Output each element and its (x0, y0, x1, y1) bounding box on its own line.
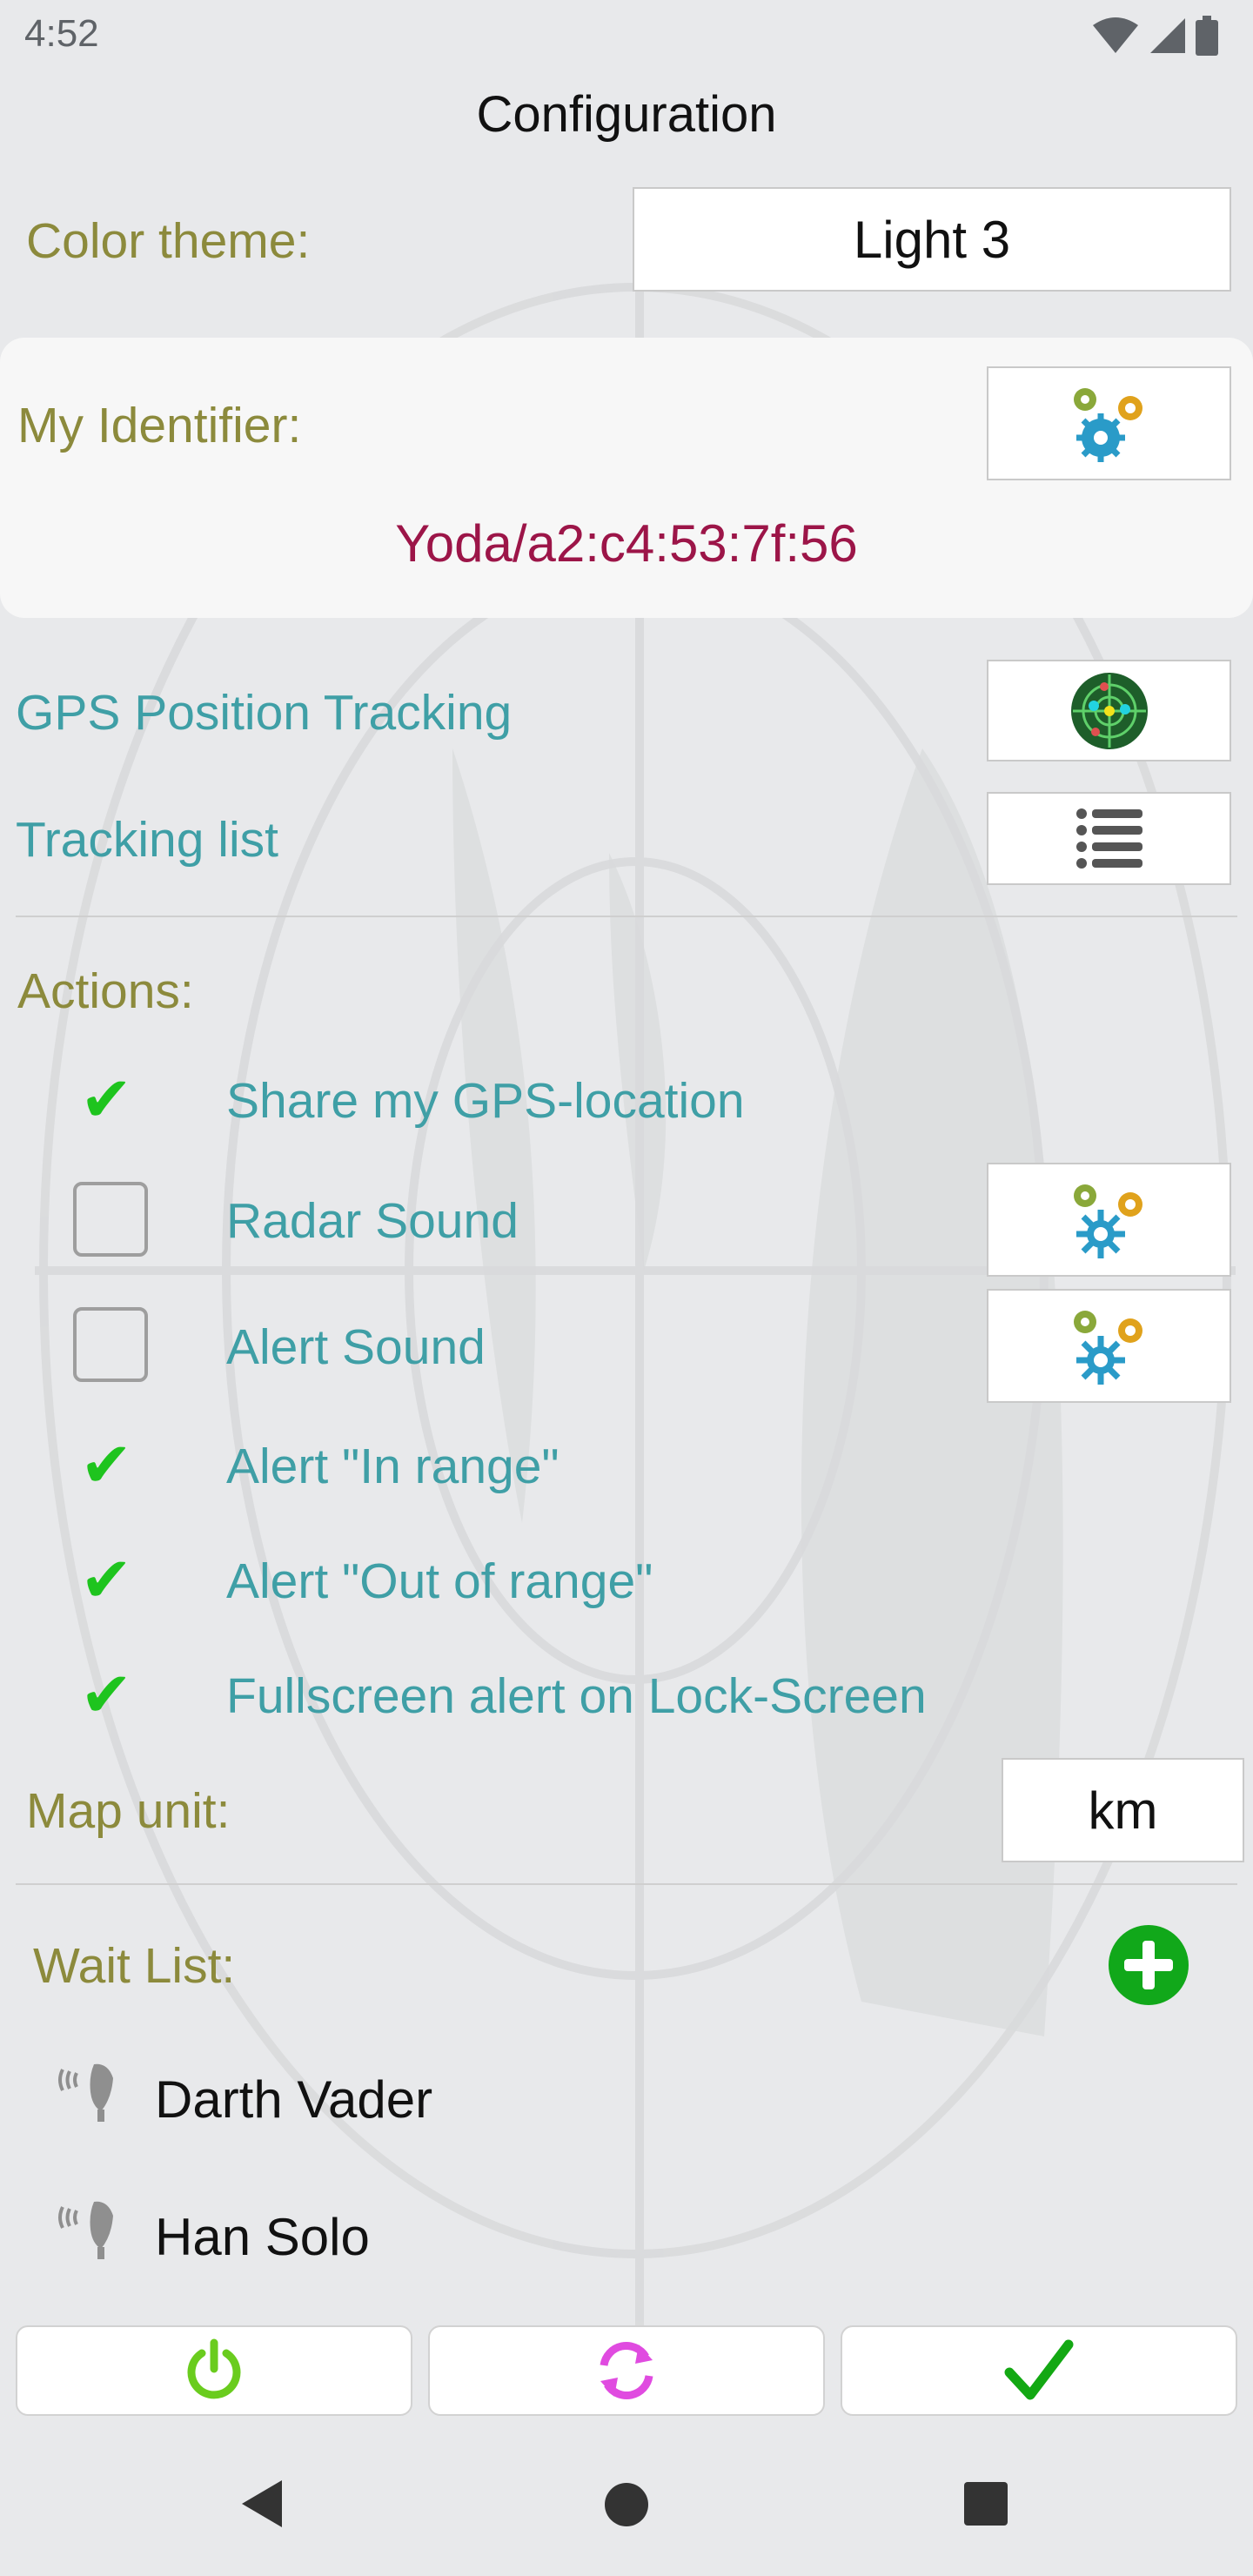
back-icon[interactable] (237, 2477, 285, 2531)
color-theme-select[interactable]: Light 3 (633, 187, 1231, 292)
wait-list-name: Han Solo (155, 2208, 370, 2266)
recents-icon[interactable] (962, 2480, 1009, 2527)
share-location-label: Share my GPS-location (226, 1073, 745, 1129)
signal-icon (1150, 18, 1185, 53)
share-location-checkbox[interactable]: ✔ (80, 1069, 132, 1131)
check-icon (1004, 2339, 1074, 2400)
gears-icon (1073, 1184, 1142, 1258)
alert-out-of-range-checkbox[interactable]: ✔ (80, 1549, 132, 1612)
identifier-settings-button[interactable] (987, 366, 1231, 480)
color-theme-value: Light 3 (853, 210, 1011, 269)
sync-icon (600, 2342, 653, 2399)
gps-tracking-label: GPS Position Tracking (16, 685, 513, 741)
list-item[interactable] (54, 2195, 124, 2269)
radar-sound-label: Radar Sound (226, 1193, 519, 1249)
radar-dish-icon (58, 2063, 113, 2122)
wifi-icon (1093, 17, 1138, 53)
alert-sound-checkbox[interactable] (73, 1307, 148, 1382)
power-icon (187, 2338, 241, 2399)
status-time: 4:52 (24, 12, 99, 55)
plus-circle-icon[interactable] (1107, 1923, 1190, 2007)
gears-icon (1073, 387, 1142, 462)
divider (16, 1883, 1237, 1885)
map-unit-label: Map unit: (26, 1783, 231, 1839)
map-unit-value: km (1088, 1781, 1158, 1840)
radar-sound-settings-button[interactable] (987, 1163, 1231, 1277)
color-theme-label: Color theme: (26, 213, 311, 269)
alert-in-range-checkbox[interactable]: ✔ (80, 1434, 132, 1497)
radar-icon (1070, 672, 1148, 749)
gears-icon (1073, 1310, 1142, 1385)
status-icons (1091, 16, 1218, 56)
actions-label: Actions: (17, 963, 194, 1019)
confirm-button[interactable] (841, 2325, 1237, 2416)
page-title: Configuration (476, 86, 777, 143)
gps-tracking-button[interactable] (987, 660, 1231, 761)
list-item[interactable] (54, 2057, 124, 2131)
tracking-list-label: Tracking list (16, 812, 278, 868)
fullscreen-alert-checkbox[interactable]: ✔ (80, 1664, 132, 1727)
divider (16, 916, 1237, 917)
tracking-list-button[interactable] (987, 792, 1231, 885)
list-icon (1075, 808, 1142, 869)
sync-button[interactable] (428, 2325, 825, 2416)
alert-out-of-range-label: Alert "Out of range" (226, 1553, 653, 1609)
wait-list-name: Darth Vader (155, 2070, 433, 2129)
map-unit-select[interactable]: km (1002, 1758, 1244, 1862)
alert-in-range-label: Alert "In range" (226, 1439, 559, 1494)
alert-sound-settings-button[interactable] (987, 1289, 1231, 1403)
home-icon[interactable] (602, 2480, 651, 2529)
alert-sound-label: Alert Sound (226, 1319, 486, 1375)
identifier-label: My Identifier: (17, 398, 302, 453)
radar-dish-icon (58, 2201, 113, 2259)
radar-sound-checkbox[interactable] (73, 1182, 148, 1257)
identifier-value: Yoda/a2:c4:53:7f:56 (395, 514, 858, 573)
wait-list-label: Wait List: (33, 1938, 236, 1994)
fullscreen-alert-label: Fullscreen alert on Lock-Screen (226, 1668, 927, 1724)
battery-icon (1196, 16, 1218, 56)
power-button[interactable] (16, 2325, 412, 2416)
